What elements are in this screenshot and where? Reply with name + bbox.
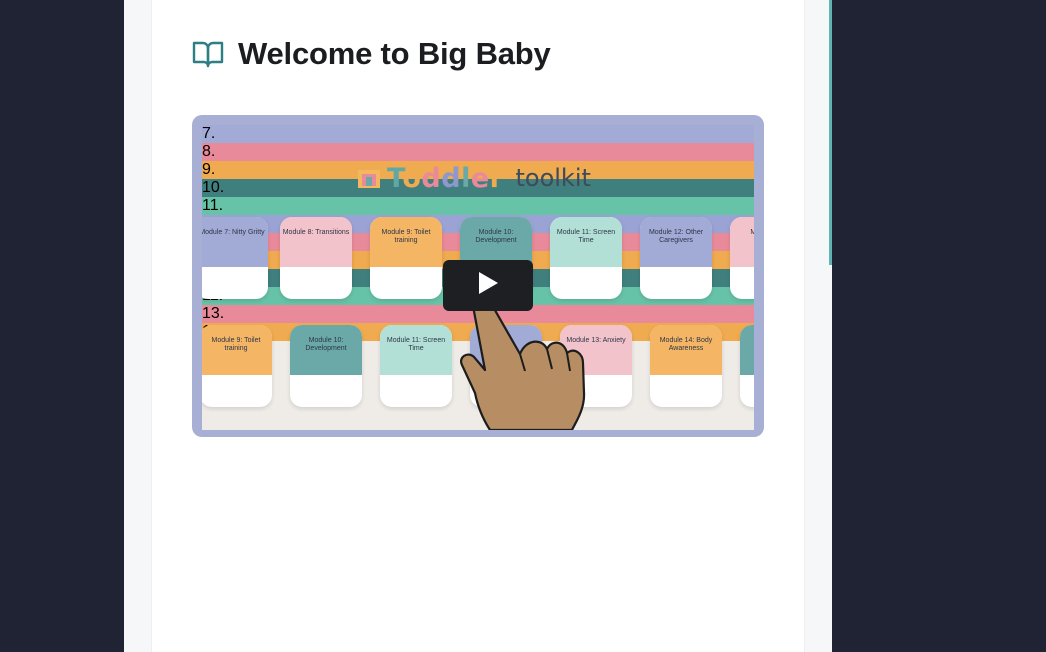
video-player[interactable]: Toddler toolkit Module 7: Nitty Gritty 7.…	[192, 115, 764, 437]
open-book-icon	[192, 38, 224, 70]
play-button[interactable]	[443, 260, 533, 311]
play-icon	[477, 271, 499, 300]
scroll-accent	[829, 0, 832, 265]
page-title: Welcome to Big Baby	[238, 36, 551, 71]
video-thumbnail: Toddler toolkit Module 7: Nitty Gritty 7.…	[202, 125, 754, 430]
title-row: Welcome to Big Baby	[192, 34, 551, 74]
lesson-card: Welcome to Big Baby Toddler toolkit Modu…	[151, 0, 805, 652]
